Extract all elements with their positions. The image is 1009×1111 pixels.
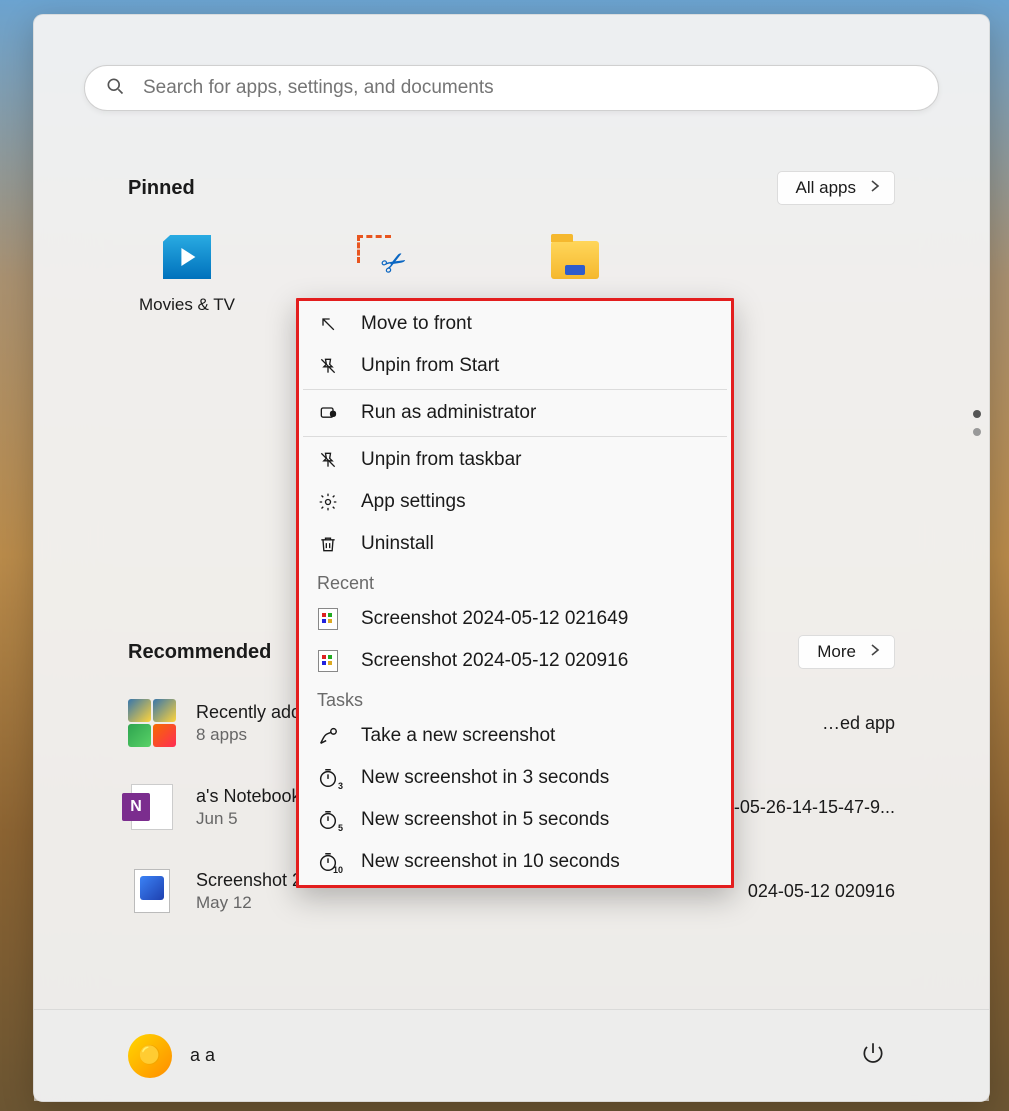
ctx-label: Screenshot 2024-05-12 020916: [361, 650, 628, 672]
pinned-header: Pinned All apps: [128, 171, 895, 205]
ctx-uninstall[interactable]: Uninstall: [299, 523, 731, 565]
more-button[interactable]: More: [798, 635, 895, 669]
movies-tv-icon: [163, 235, 211, 283]
recommended-title: Recommended: [128, 641, 271, 664]
rec-title: Screenshot 2: [196, 870, 302, 891]
unpin-icon: [317, 449, 339, 471]
ctx-label: Uninstall: [361, 533, 434, 555]
timer-badge: 3: [338, 781, 343, 791]
ctx-unpin-taskbar[interactable]: Unpin from taskbar: [299, 439, 731, 481]
unpin-icon: [317, 355, 339, 377]
ctx-label: Unpin from taskbar: [361, 449, 522, 471]
pinned-app-movies-tv[interactable]: Movies & TV: [134, 235, 240, 315]
ctx-label: Screenshot 2024-05-12 021649: [361, 608, 628, 630]
separator: [303, 436, 727, 437]
timer-icon: 10: [317, 851, 339, 873]
page-dot[interactable]: [973, 410, 981, 418]
rec-title: …ed app: [822, 713, 895, 734]
arrow-upleft-icon: [317, 313, 339, 335]
rec-title: a's Notebook: [196, 786, 301, 807]
chevron-right-icon: [870, 178, 880, 198]
image-file-icon: [317, 650, 339, 672]
chevron-right-icon: [870, 642, 880, 662]
page-dot[interactable]: [973, 428, 981, 436]
username-label: a a: [190, 1045, 215, 1066]
rec-title: 024-05-12 020916: [748, 881, 895, 902]
ctx-tasks-heading: Tasks: [299, 682, 731, 715]
ctx-move-to-front[interactable]: Move to front: [299, 303, 731, 345]
context-menu: Move to front Unpin from Start Run as ad…: [296, 298, 734, 888]
timer-icon: 3: [317, 767, 339, 789]
folder-icon: [551, 235, 599, 283]
search-bar[interactable]: [84, 65, 939, 111]
timer-icon: 5: [317, 809, 339, 831]
ctx-recent-heading: Recent: [299, 565, 731, 598]
search-input[interactable]: [143, 77, 918, 99]
app-label: Movies & TV: [139, 295, 235, 315]
ctx-task-screenshot-5s[interactable]: 5 New screenshot in 5 seconds: [299, 799, 731, 841]
ctx-label: Move to front: [361, 313, 472, 335]
user-account-button[interactable]: 🟡 a a: [128, 1034, 215, 1078]
image-file-icon: [317, 608, 339, 630]
ctx-label: Run as administrator: [361, 402, 536, 424]
ctx-label: New screenshot in 10 seconds: [361, 851, 620, 873]
timer-badge: 10: [333, 865, 343, 875]
all-apps-label: All apps: [796, 178, 856, 198]
trash-icon: [317, 533, 339, 555]
page-indicator: [973, 410, 981, 436]
onenote-icon: [128, 783, 176, 831]
all-apps-button[interactable]: All apps: [777, 171, 895, 205]
snipping-tool-icon: ✂: [357, 235, 405, 283]
ctx-recent-item[interactable]: Screenshot 2024-05-12 021649: [299, 598, 731, 640]
search-icon: [105, 76, 125, 101]
bottom-bar: 🟡 a a: [34, 1009, 989, 1101]
ctx-app-settings[interactable]: App settings: [299, 481, 731, 523]
ctx-unpin-start[interactable]: Unpin from Start: [299, 345, 731, 387]
ctx-label: New screenshot in 5 seconds: [361, 809, 609, 831]
more-label: More: [817, 642, 856, 662]
pinned-title: Pinned: [128, 177, 195, 200]
ctx-run-as-admin[interactable]: Run as administrator: [299, 392, 731, 434]
ctx-task-screenshot-10s[interactable]: 10 New screenshot in 10 seconds: [299, 841, 731, 883]
snip-icon: [317, 725, 339, 747]
apps-group-icon: [128, 699, 176, 747]
rec-subtitle: May 12: [196, 893, 302, 913]
ctx-label: App settings: [361, 491, 466, 513]
separator: [303, 389, 727, 390]
ctx-label: New screenshot in 3 seconds: [361, 767, 609, 789]
ctx-recent-item[interactable]: Screenshot 2024-05-12 020916: [299, 640, 731, 682]
power-icon: [860, 1040, 886, 1071]
image-file-icon: [128, 867, 176, 915]
gear-icon: [317, 491, 339, 513]
timer-badge: 5: [338, 823, 343, 833]
avatar: 🟡: [128, 1034, 172, 1078]
shield-icon: [317, 402, 339, 424]
ctx-task-new-screenshot[interactable]: Take a new screenshot: [299, 715, 731, 757]
power-button[interactable]: [851, 1034, 895, 1078]
ctx-label: Take a new screenshot: [361, 725, 555, 747]
rec-subtitle: Jun 5: [196, 809, 301, 829]
ctx-task-screenshot-3s[interactable]: 3 New screenshot in 3 seconds: [299, 757, 731, 799]
ctx-label: Unpin from Start: [361, 355, 499, 377]
